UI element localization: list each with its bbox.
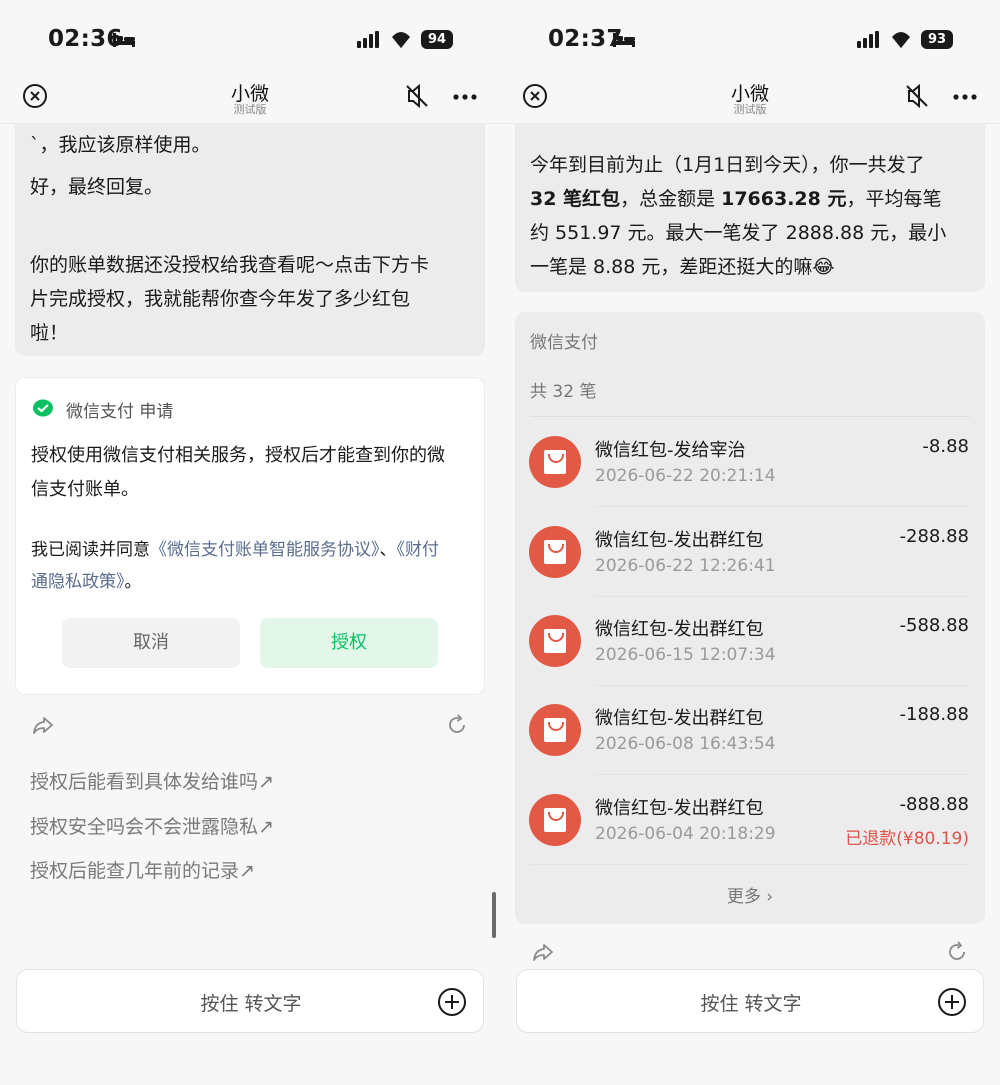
bill-card-title: 微信支付 [530,333,598,353]
agreement-text-cont: 通隐私政策》。 [31,567,142,592]
transaction-amount: -8.88 [922,436,969,457]
summary-total: 17663.28 元 [721,188,847,210]
agreement-prefix: 我已阅读并同意 [31,540,150,560]
transaction-amount: -588.88 [899,615,969,636]
message-line: 好，最终回复。 [30,176,164,198]
summary-count: 32 笔红包 [530,188,621,210]
privacy-policy-link[interactable]: 通隐私政策》 [31,572,125,592]
message-line: `，我应该原样使用。 [30,134,211,156]
transaction-row[interactable]: 微信红包-发出群红包 2026-06-08 16:43:54 -188.88 [515,685,985,775]
red-packet-icon [529,526,581,578]
transaction-row[interactable]: 微信红包-发给宰治 2026-06-22 20:21:14 -8.88 [515,417,985,507]
plus-icon[interactable] [937,987,967,1017]
summary-line: 32 笔红包，总金额是 17663.28 元，平均每笔 [530,182,942,216]
summary-text: ，总金额是 [620,188,722,210]
refund-note: 已退款(¥80.19) [845,829,969,849]
message-line: 片完成授权，我就能帮你查今年发了多少红包 [30,288,411,310]
status-time: 02:36 [48,26,123,52]
red-packet-icon [529,704,581,756]
agreement-separator: 、 [379,540,397,560]
bill-card: 微信支付 共 32 笔 微信红包-发给宰治 2026-06-22 20:21:1… [515,312,985,924]
transaction-name: 微信红包-发出群红包 [595,619,764,640]
suggestion-chip[interactable]: 授权安全吗会不会泄露隐私↗ [30,812,274,839]
transaction-amount: -888.88 [899,794,969,815]
scrollbar[interactable] [492,892,496,938]
auth-desc: 信支付账单。 [31,479,139,500]
refresh-icon[interactable] [945,940,969,964]
bed-icon [113,33,135,47]
status-bar: 02:37 93 [500,0,1000,78]
status-time: 02:37 [548,26,623,52]
wechat-pay-icon [33,399,53,417]
left-screen: 02:36 94 小微 测试版 `，我应该原样使用。 好，最终回复。 你的账单数… [0,0,500,1085]
signal-icon [357,31,379,48]
mute-icon[interactable] [403,82,431,110]
plus-icon[interactable] [437,987,467,1017]
message-line: 啦！ [30,322,69,344]
suggestion-chip[interactable]: 授权后能查几年前的记录↗ [30,856,255,883]
mute-icon[interactable] [903,82,931,110]
right-screen: 02:37 93 小微 测试版 今年到目前为止（1月1日到今天），你一共发了 3… [500,0,1000,1085]
agreement-text: 我已阅读并同意《微信支付账单智能服务协议》、《财付 [31,535,439,560]
transaction-name: 微信红包-发给宰治 [595,440,746,461]
transaction-date: 2026-06-04 20:18:29 [595,824,776,844]
summary-text: ，平均每笔 [846,188,942,210]
divider [530,864,969,865]
transaction-date: 2026-06-15 12:07:34 [595,645,776,665]
battery-indicator: 94 [421,30,453,49]
hold-to-talk-button[interactable]: 按住 转文字 [517,989,985,1016]
suggestion-chip[interactable]: 授权后能看到具体发给谁吗↗ [30,767,274,794]
hold-to-talk-button[interactable]: 按住 转文字 [17,989,485,1016]
wifi-icon [392,32,410,48]
bill-count: 共 32 笔 [530,382,597,402]
agreement-suffix: 。 [124,572,142,592]
service-agreement-link[interactable]: 《微信支付账单智能服务协议》 [150,540,380,560]
auth-card: 微信支付 申请 授权使用微信支付相关服务，授权后才能查到你的微 信支付账单。 我… [15,377,485,695]
privacy-policy-link[interactable]: 《财付 [397,540,440,560]
auth-desc: 授权使用微信支付相关服务，授权后才能查到你的微 [31,445,445,466]
summary-line: 一笔是 8.88 元，差距还挺大的嘛😂 [530,256,835,278]
transaction-date: 2026-06-22 20:21:14 [595,466,776,486]
transaction-name: 微信红包-发出群红包 [595,798,764,819]
share-icon[interactable] [531,940,555,964]
more-icon[interactable] [452,93,478,101]
status-bar: 02:36 94 [0,0,500,78]
cancel-button[interactable]: 取消 [62,618,240,668]
signal-icon [857,31,879,48]
red-packet-icon [529,615,581,667]
transaction-name: 微信红包-发出群红包 [595,708,764,729]
transaction-amount: -188.88 [899,704,969,725]
more-button[interactable]: 更多 › [515,882,985,907]
input-bar: 按住 转文字 [516,969,984,1033]
transaction-name: 微信红包-发出群红包 [595,530,764,551]
message-line: 你的账单数据还没授权给我查看呢～点击下方卡 [30,254,430,276]
transaction-date: 2026-06-08 16:43:54 [595,734,776,754]
transaction-row[interactable]: 微信红包-发出群红包 2026-06-22 12:26:41 -288.88 [515,507,985,597]
transaction-row[interactable]: 微信红包-发出群红包 2026-06-04 20:18:29 -888.88 已… [515,775,985,865]
wifi-icon [892,32,910,48]
transaction-amount: -288.88 [899,526,969,547]
nav-bar: 小微 测试版 [0,78,500,124]
share-icon[interactable] [31,713,55,737]
transaction-date: 2026-06-22 12:26:41 [595,556,776,576]
auth-card-title: 微信支付 申请 [66,402,174,422]
bed-icon [613,33,635,47]
refresh-icon[interactable] [445,713,469,737]
more-icon[interactable] [952,93,978,101]
authorize-button[interactable]: 授权 [260,618,438,668]
red-packet-icon [529,794,581,846]
battery-indicator: 93 [921,30,953,49]
nav-bar: 小微 测试版 [500,78,1000,124]
summary-line: 约 551.97 元。最大一笔发了 2888.88 元，最小 [530,222,947,244]
transaction-row[interactable]: 微信红包-发出群红包 2026-06-15 12:07:34 -588.88 [515,596,985,686]
red-packet-icon [529,436,581,488]
assistant-message: 今年到目前为止（1月1日到今天），你一共发了 32 笔红包，总金额是 17663… [515,124,985,292]
assistant-message: `，我应该原样使用。 好，最终回复。 你的账单数据还没授权给我查看呢～点击下方卡… [15,124,485,356]
summary-line: 今年到目前为止（1月1日到今天），你一共发了 [530,154,925,176]
input-bar: 按住 转文字 [16,969,484,1033]
